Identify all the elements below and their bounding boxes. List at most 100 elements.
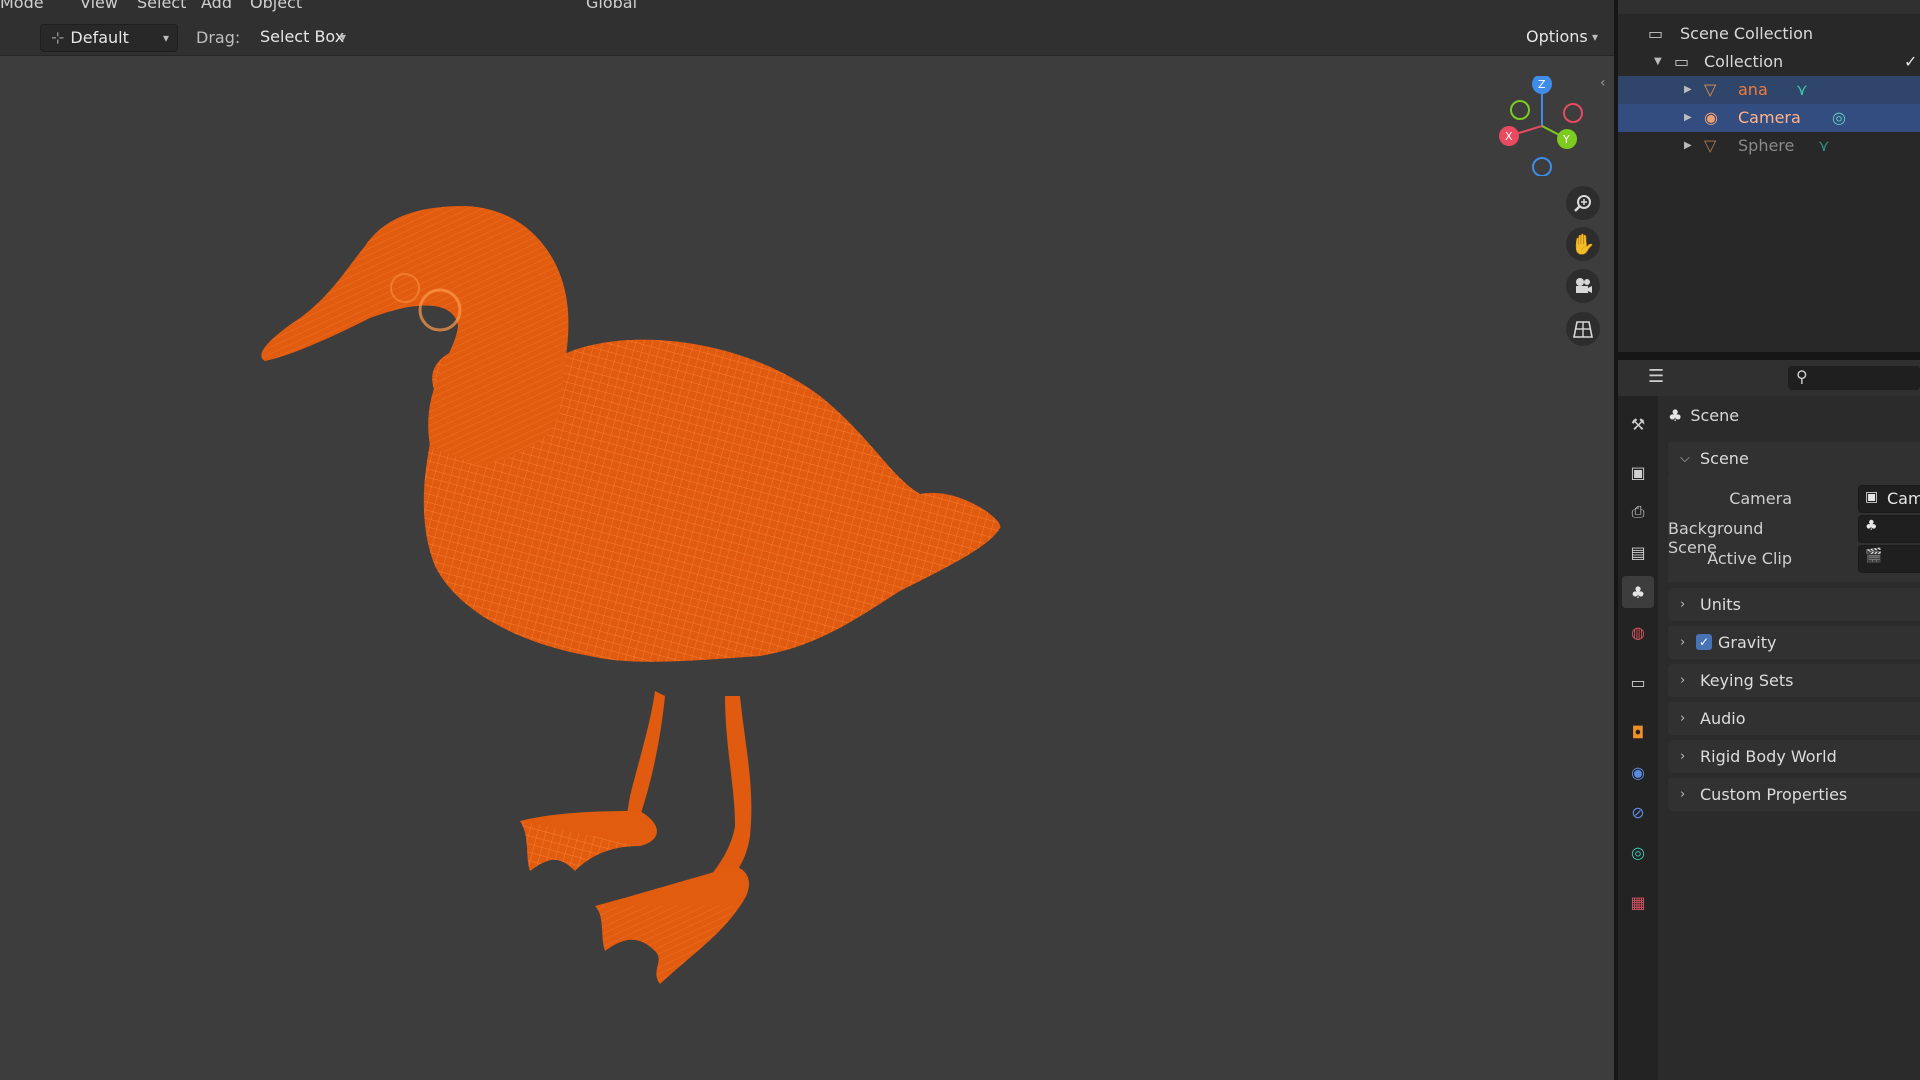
chevron-right-icon: ›: [1680, 749, 1686, 764]
gizmo-neg-y[interactable]: [1510, 100, 1530, 120]
orientation-icon: ⊹: [51, 28, 65, 47]
collapse-triangle-icon[interactable]: ▼: [1654, 48, 1662, 76]
panel-title: Audio: [1700, 709, 1746, 728]
panel-units[interactable]: › Units: [1668, 588, 1920, 621]
panel-rigid-body-world[interactable]: › Rigid Body World: [1668, 740, 1920, 773]
tab-collection[interactable]: ▭: [1622, 666, 1654, 698]
camera-object-icon: ◉: [1704, 108, 1718, 127]
gizmo-neg-z[interactable]: [1532, 157, 1552, 176]
collection-label: Collection: [1704, 52, 1784, 71]
outliner-scene-collection[interactable]: ▭ Scene Collection: [1618, 20, 1920, 48]
chevron-down-icon: ⌵: [1680, 451, 1690, 466]
outliner-item-camera[interactable]: ▶ ◉ Camera ◎: [1618, 104, 1920, 132]
background-scene-field[interactable]: ♣: [1858, 515, 1920, 543]
tool-icon: ⚒: [1630, 414, 1646, 434]
transform-orientation-dropdown[interactable]: ⊹ Default ▾: [40, 24, 178, 52]
camera-field-value: Cam: [1887, 489, 1920, 508]
scene-collection-icon: ▭: [1648, 24, 1664, 43]
constraint-icon: ⊘: [1631, 802, 1645, 822]
menu-mode[interactable]: Mode: [0, 0, 44, 12]
menu-object[interactable]: Object: [250, 0, 302, 12]
expand-triangle-icon[interactable]: ▶: [1684, 132, 1692, 160]
orientation-dropdown-label[interactable]: Global: [586, 0, 637, 12]
tab-output[interactable]: ⎙: [1622, 496, 1654, 528]
tab-object-data[interactable]: ◎: [1622, 836, 1654, 868]
perspective-toggle-button[interactable]: [1566, 312, 1600, 346]
tab-object[interactable]: ◘: [1622, 716, 1654, 748]
panel-gravity[interactable]: › ✓ Gravity: [1668, 626, 1920, 659]
camera-icon: [1576, 278, 1592, 293]
panel-scene-body: Camera ▣ Cam Background Scene ♣ Active C…: [1668, 475, 1920, 582]
tab-view-layer[interactable]: ▤: [1622, 536, 1654, 568]
gizmo-y-label: Y: [1562, 133, 1570, 146]
gizmo-z-label: Z: [1538, 78, 1546, 91]
physics-icon: ◉: [1631, 762, 1645, 782]
gravity-checkbox[interactable]: ✓: [1696, 634, 1712, 650]
panel-keying-sets[interactable]: › Keying Sets: [1668, 664, 1920, 697]
tab-texture[interactable]: ▦: [1622, 886, 1654, 918]
menu-add[interactable]: Add: [201, 0, 232, 12]
scene-icon: ♣: [1668, 406, 1683, 425]
tab-constraints[interactable]: ⊘: [1622, 796, 1654, 828]
3d-viewport[interactable]: Z X Y ✋: [0, 56, 1614, 1080]
tab-render[interactable]: ▣: [1622, 456, 1654, 488]
chevron-down-icon: ▾: [162, 31, 169, 45]
panel-scene-header[interactable]: ⌵ Scene: [1668, 442, 1920, 475]
chevron-down-icon: ▾: [1591, 30, 1598, 44]
gizmo-neg-x[interactable]: [1563, 103, 1583, 123]
panel-title: Rigid Body World: [1700, 747, 1837, 766]
drag-dropdown[interactable]: Select Box ▾: [250, 24, 354, 52]
pan-button[interactable]: ✋: [1566, 227, 1600, 261]
outliner-collection[interactable]: ▼ ▭ Collection ✓: [1618, 48, 1920, 76]
menu-view[interactable]: View: [80, 0, 118, 12]
navigation-gizmo[interactable]: Z X Y: [1492, 76, 1592, 176]
expand-triangle-icon[interactable]: ▶: [1684, 76, 1692, 104]
hand-icon: ✋: [1570, 232, 1596, 256]
editor-type-icon[interactable]: ☰: [1648, 366, 1664, 387]
outliner-item-ana[interactable]: ▶ ▽ ana ⋎: [1618, 76, 1920, 104]
properties-search-input[interactable]: ⚲: [1788, 366, 1920, 390]
panel-custom-properties[interactable]: › Custom Properties: [1668, 778, 1920, 811]
outliner-properties-splitter[interactable]: [1618, 352, 1920, 360]
mesh-data-icon: ⋎: [1796, 80, 1808, 99]
tab-tool[interactable]: ⚒: [1622, 408, 1654, 440]
sidebar-collapse-icon[interactable]: ‹: [1600, 75, 1606, 91]
camera-data-icon: ◎: [1631, 842, 1645, 862]
options-label: Options: [1526, 27, 1588, 46]
gizmo-x-label: X: [1505, 130, 1513, 143]
outliner-item-label: ana: [1738, 80, 1768, 99]
camera-field[interactable]: ▣ Cam: [1858, 485, 1920, 513]
camera-view-button[interactable]: [1566, 269, 1600, 303]
tab-physics[interactable]: ◉: [1622, 756, 1654, 788]
expand-triangle-icon[interactable]: ▶: [1684, 104, 1692, 132]
properties-editor: ☰ ⚲ ⚒ ▣ ⎙ ▤ ♣ ◍ ▭ ◘ ◉ ⊘ ◎ ▦ ♣ Scene ⌵ Sc…: [1618, 360, 1920, 1080]
zoom-button[interactable]: [1566, 186, 1600, 220]
outliner-item-label: Camera: [1738, 108, 1801, 127]
properties-tabs: ⚒ ▣ ⎙ ▤ ♣ ◍ ▭ ◘ ◉ ⊘ ◎ ▦: [1618, 396, 1658, 1080]
clip-icon: 🎬: [1865, 548, 1883, 564]
orientation-value: Default: [70, 28, 129, 47]
options-dropdown[interactable]: Options ▾: [1516, 24, 1606, 52]
outliner-header: [1618, 0, 1920, 14]
active-clip-label: Active Clip: [1707, 549, 1792, 568]
outliner-item-sphere[interactable]: ▶ ▽ Sphere ⋎: [1618, 132, 1920, 160]
menu-select[interactable]: Select: [137, 0, 186, 12]
collection-visibility-checkbox[interactable]: ✓: [1904, 48, 1917, 76]
chevron-right-icon: ›: [1680, 787, 1686, 802]
tab-scene[interactable]: ♣: [1622, 576, 1654, 608]
drag-value: Select Box: [260, 27, 345, 46]
output-icon: ⎙: [1631, 502, 1645, 521]
camera-object-icon: ▣: [1865, 489, 1879, 505]
panel-title: Gravity: [1718, 633, 1777, 652]
panel-audio[interactable]: › Audio: [1668, 702, 1920, 735]
render-icon: ▣: [1630, 462, 1646, 482]
active-clip-field[interactable]: 🎬: [1858, 545, 1920, 573]
panel-title: Custom Properties: [1700, 785, 1848, 804]
chevron-right-icon: ›: [1680, 673, 1686, 688]
header-menubar: Mode View Select Add Object Global: [0, 0, 1614, 14]
tab-world[interactable]: ◍: [1622, 616, 1654, 648]
texture-icon: ▦: [1630, 892, 1646, 912]
camera-field-label: Camera: [1729, 489, 1792, 508]
context-breadcrumb: ♣ Scene: [1668, 396, 1739, 436]
world-icon: ◍: [1631, 622, 1645, 642]
